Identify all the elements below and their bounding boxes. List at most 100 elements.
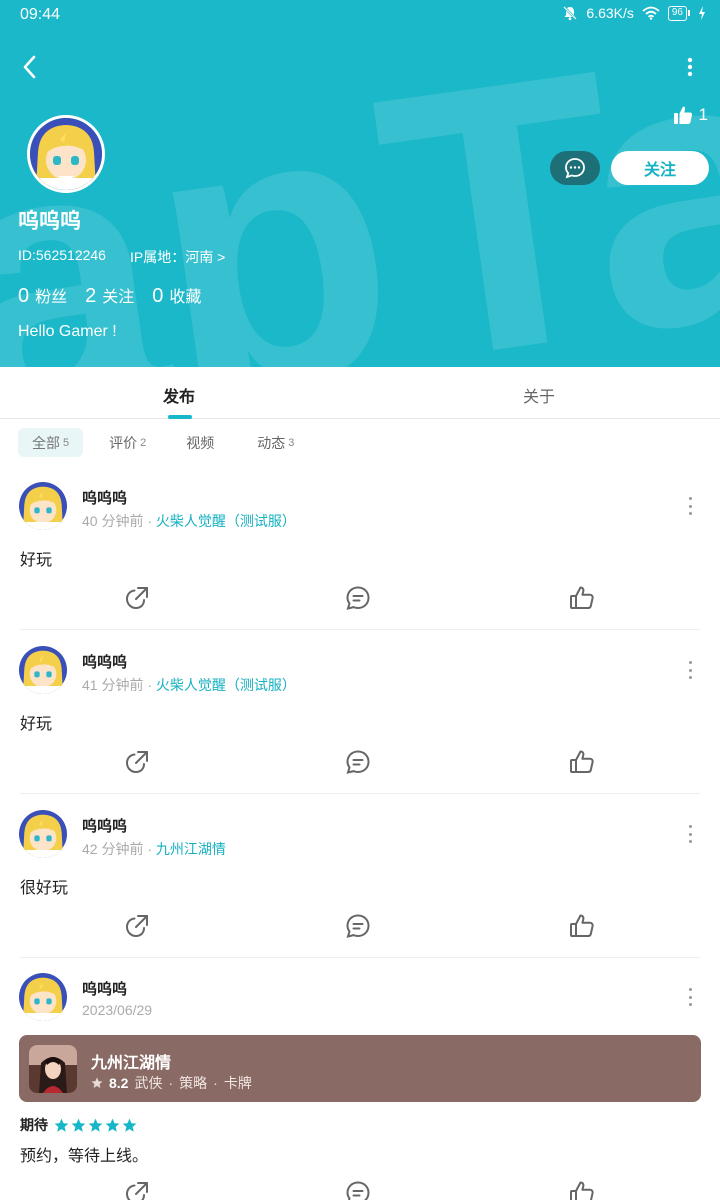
followers-label: 粉丝 (35, 289, 68, 306)
review-rating-label: 期待 (20, 1117, 48, 1133)
post-author[interactable]: 呜呜呜 (82, 978, 127, 999)
post-game-link[interactable]: 火柴人觉醒（测试服） (156, 513, 296, 529)
post-more-button[interactable] (682, 985, 698, 1009)
game-card[interactable]: 九州江湖情 8.2 武侠 · 策略 · 卡牌 (19, 1035, 701, 1102)
message-button[interactable] (550, 151, 600, 185)
game-tag: 策略 (179, 1075, 208, 1091)
filter-reviews[interactable]: 评价 2 (95, 428, 160, 457)
post-filters: 全部 5 评价 2 视频 动态 3 (18, 428, 320, 457)
share-button[interactable] (122, 911, 152, 941)
post-avatar[interactable] (19, 482, 67, 530)
battery-icon: 96 (667, 5, 690, 21)
share-button[interactable] (122, 583, 152, 613)
comment-button[interactable] (343, 1178, 373, 1200)
profile-like-count: 1 (698, 105, 708, 124)
share-button[interactable] (122, 1178, 152, 1200)
more-options-button[interactable] (678, 52, 702, 82)
post-avatar[interactable] (19, 646, 67, 694)
game-thumbnail (29, 1045, 77, 1093)
post-game-link[interactable]: 火柴人觉醒（测试服） (156, 677, 296, 693)
review-rating-row: 期待 (20, 1115, 137, 1135)
star-icon (122, 1118, 137, 1132)
star-icon (105, 1118, 120, 1132)
post-author[interactable]: 呜呜呜 (82, 815, 127, 836)
thumbs-up-icon (570, 914, 594, 937)
post-text: 好玩 (20, 552, 53, 569)
profile-stats: 0 粉丝 2 关注 0 收藏 (18, 283, 201, 308)
follow-button[interactable]: 关注 (611, 151, 709, 185)
profile-avatar[interactable] (27, 115, 105, 193)
post-author[interactable]: 呜呜呜 (82, 651, 127, 672)
post-meta: 42 分钟前 · 九州江湖情 (82, 841, 226, 857)
followers-count: 0 (18, 285, 30, 307)
post-more-button[interactable] (682, 822, 698, 846)
back-button[interactable] (14, 52, 44, 82)
status-bar: 09:44 6.63K/s 96 (0, 0, 720, 30)
comment-icon (346, 1181, 370, 1200)
comment-icon (346, 586, 370, 610)
share-icon (125, 751, 148, 774)
tab-active-indicator (168, 415, 192, 419)
thumbs-up-icon (570, 1181, 594, 1200)
game-card-info: 8.2 武侠 · 策略 · 卡牌 (91, 1073, 252, 1093)
review-text: 预约，等待上线。 (20, 1148, 149, 1165)
post-divider (20, 957, 700, 958)
avatar-image (30, 118, 102, 190)
filter-videos[interactable]: 视频 (172, 428, 231, 457)
share-icon (125, 1182, 148, 1200)
thumbs-up-icon (570, 586, 594, 609)
rating-stars (54, 1118, 137, 1133)
filter-all[interactable]: 全部 5 (18, 428, 84, 457)
post-avatar[interactable] (19, 810, 67, 858)
share-icon (125, 915, 148, 938)
post-avatar[interactable] (19, 973, 67, 1021)
tab-posts[interactable]: 发布 (163, 383, 195, 407)
star-icon (71, 1118, 86, 1132)
followers-stat[interactable]: 0 粉丝 (18, 283, 67, 308)
status-time: 09:44 (20, 6, 61, 23)
post-meta: 41 分钟前 · 火柴人觉醒（测试服） (82, 677, 296, 693)
like-button[interactable] (567, 1178, 597, 1200)
star-icon (88, 1118, 103, 1132)
comment-button[interactable] (343, 911, 373, 941)
post-actions (0, 583, 720, 613)
post-more-button[interactable] (682, 494, 698, 518)
comment-button[interactable] (343, 583, 373, 613)
profile-username: 呜呜呜 (18, 210, 81, 233)
favorites-count: 0 (152, 285, 164, 307)
post-time: 41 分钟前 (82, 677, 144, 693)
post-time: 42 分钟前 (82, 841, 144, 857)
post-author[interactable]: 呜呜呜 (82, 487, 127, 508)
profile-like-button[interactable]: 1 (673, 105, 708, 125)
star-icon (91, 1077, 103, 1088)
ip-location-link[interactable]: IP属地：河南 > (130, 247, 225, 267)
post-more-button[interactable] (682, 658, 698, 682)
post-actions (0, 911, 720, 941)
profile-header: apTa 09:44 6.63K/s 96 1 关注 呜呜呜 ID:562512… (0, 0, 720, 367)
network-speed: 6.63K/s (586, 5, 634, 21)
game-card-title: 九州江湖情 (91, 1055, 172, 1072)
profile-id-line: ID:562512246 IP属地：河南 > (18, 247, 225, 267)
game-rating: 8.2 (109, 1075, 129, 1091)
chevron-left-icon (23, 55, 36, 79)
status-icons: 6.63K/s 96 (562, 5, 706, 21)
like-button[interactable] (567, 747, 597, 777)
favorites-label: 收藏 (169, 289, 202, 306)
svg-text:apTa: apTa (0, 10, 720, 367)
like-button[interactable] (567, 911, 597, 941)
mute-bell-icon (563, 6, 578, 21)
more-vertical-icon (687, 57, 693, 77)
post-actions (0, 747, 720, 777)
comment-icon (346, 914, 370, 938)
following-stat[interactable]: 2 关注 (85, 283, 134, 308)
comment-button[interactable] (343, 747, 373, 777)
game-tag: 武侠 (134, 1075, 163, 1091)
like-button[interactable] (567, 583, 597, 613)
share-button[interactable] (122, 747, 152, 777)
filter-moments[interactable]: 动态 3 (243, 428, 308, 457)
favorites-stat[interactable]: 0 收藏 (152, 283, 201, 308)
user-id: ID:562512246 (18, 247, 106, 263)
post-game-link[interactable]: 九州江湖情 (156, 841, 226, 857)
share-icon (125, 587, 148, 610)
tab-about[interactable]: 关于 (523, 383, 555, 407)
